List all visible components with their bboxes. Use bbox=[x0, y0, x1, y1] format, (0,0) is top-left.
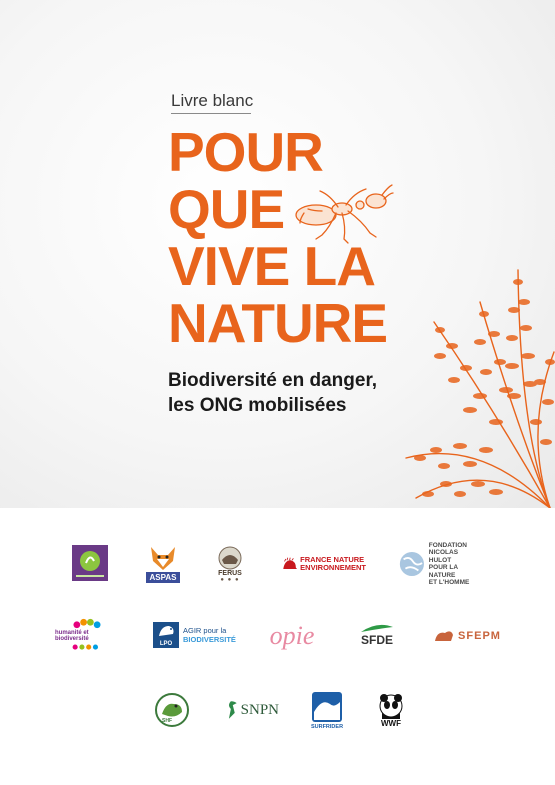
fern-illustration bbox=[405, 269, 555, 508]
shf-label: SHF bbox=[162, 718, 172, 724]
logo-opie: opie bbox=[263, 618, 321, 654]
logo-ferus: FERUS ● ● ● bbox=[214, 544, 246, 584]
title-line-1: POUR bbox=[168, 121, 324, 183]
logo-aspas: ASPAS bbox=[144, 544, 182, 584]
cover-hero: Livre blanc POUR QUE VIVE LA NATURE Biod… bbox=[0, 0, 555, 508]
globe-icon bbox=[399, 551, 424, 577]
logo-surfrider: SURFRIDER bbox=[309, 687, 345, 735]
logo-shf: SHF bbox=[153, 691, 191, 729]
humanite-label: humanité et biodiversité bbox=[55, 629, 89, 642]
panda-icon bbox=[379, 693, 403, 719]
book-cover: Livre blanc POUR QUE VIVE LA NATURE Biod… bbox=[0, 0, 555, 785]
people-circle-icon bbox=[73, 618, 101, 629]
lpo-badge-label: LPO bbox=[159, 641, 173, 647]
subtitle-line-2: les ONG mobilisées bbox=[168, 395, 347, 416]
mammal-icon bbox=[435, 631, 454, 641]
opie-label: opie bbox=[269, 621, 315, 650]
fox-icon bbox=[151, 547, 175, 570]
fnh-line-3: POUR LA NATURE bbox=[428, 564, 458, 579]
wwf-label: WWF bbox=[381, 718, 401, 728]
title-line-4: NATURE bbox=[168, 292, 388, 354]
logo-sfde: SFDE bbox=[354, 617, 400, 653]
leaf-icon bbox=[361, 624, 393, 632]
subtitle-line-1: Biodiversité en danger, bbox=[168, 370, 378, 391]
bird-icon bbox=[159, 626, 174, 636]
ferus-label: FERUS bbox=[218, 569, 242, 577]
green-association-icon bbox=[72, 545, 108, 581]
heron-icon bbox=[228, 701, 237, 719]
logo-sfepm: SFEPM bbox=[432, 621, 502, 651]
fne-line-2: ENVIRONNEMENT bbox=[300, 563, 366, 572]
snpn-label: SNPN bbox=[240, 701, 279, 718]
cover-kicker: Livre blanc bbox=[171, 91, 254, 110]
logo-green-association bbox=[72, 545, 108, 581]
cover-subtitle: Biodiversité en danger, les ONG mobilisé… bbox=[168, 368, 377, 418]
logo-fnh: FONDATION NICOLAS HULOT POUR LA NATURE E… bbox=[398, 542, 482, 586]
sfepm-label: SFEPM bbox=[458, 630, 501, 642]
people-row-icon bbox=[72, 644, 99, 650]
sfde-label: SFDE bbox=[360, 633, 393, 647]
fnh-line-4: ET L'HOMME bbox=[428, 579, 470, 586]
aspas-label: ASPAS bbox=[145, 572, 181, 583]
wave-icon bbox=[312, 692, 342, 722]
hedgehog-icon bbox=[283, 557, 298, 570]
lpo-badge: LPO bbox=[153, 622, 179, 648]
logo-snpn: SNPN bbox=[225, 698, 279, 722]
bear-icon bbox=[218, 546, 242, 569]
partner-logos: ASPAS FERUS ● ● ● FRANCE NATURE ENVIRONN… bbox=[0, 508, 555, 785]
logo-humanite-biodiversite: humanité et biodiversité bbox=[55, 618, 119, 652]
lpo-line-1: AGIR pour la bbox=[183, 626, 227, 635]
lpo-line-2: BIODIVERSITÉ bbox=[183, 635, 236, 644]
ant-illustration bbox=[295, 184, 394, 244]
kicker-underline bbox=[171, 113, 251, 114]
frog-seal-icon: SHF bbox=[155, 693, 189, 727]
logo-wwf: WWF bbox=[377, 691, 405, 729]
paw-icons: ● ● ● bbox=[220, 576, 240, 583]
logo-fne: FRANCE NATURE ENVIRONNEMENT bbox=[282, 552, 366, 576]
logo-lpo: LPO AGIR pour la BIODIVERSITÉ bbox=[153, 621, 236, 649]
fnh-line-2: NICOLAS HULOT bbox=[428, 549, 459, 564]
fnh-line-1: FONDATION bbox=[428, 541, 467, 549]
surfrider-label: SURFRIDER bbox=[310, 724, 344, 730]
